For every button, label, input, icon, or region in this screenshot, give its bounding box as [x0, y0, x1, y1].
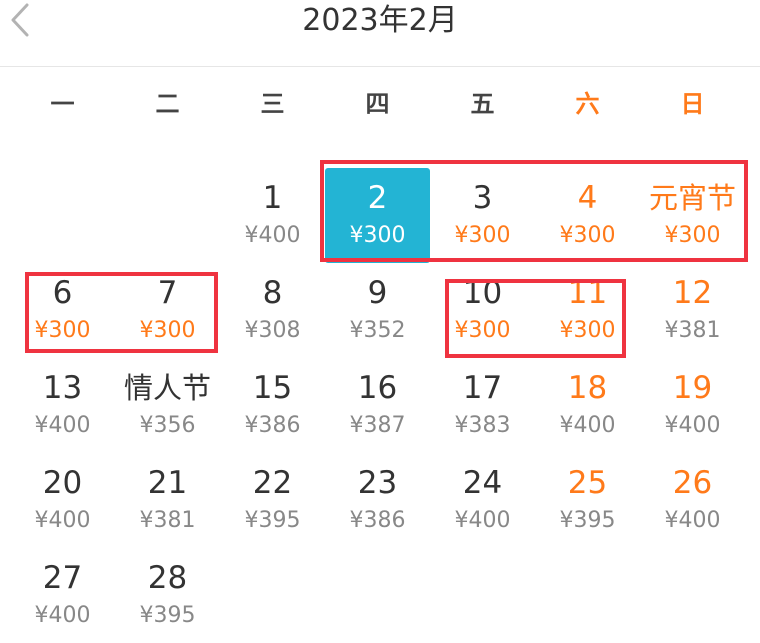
- day-label: 19: [672, 370, 713, 406]
- day-price: ¥356: [139, 413, 196, 438]
- weekday-mon: 一: [50, 90, 75, 118]
- day-cell[interactable]: 情人节 ¥356: [115, 358, 220, 453]
- day-price: ¥395: [244, 508, 301, 533]
- day-label: 23: [357, 465, 398, 501]
- day-price: ¥308: [244, 318, 301, 343]
- day-price: ¥300: [349, 223, 406, 248]
- day-cell-selected[interactable]: 2 ¥300: [325, 168, 430, 263]
- weekday-sat: 六: [575, 90, 600, 118]
- day-cell[interactable]: 18 ¥400: [535, 358, 640, 453]
- day-label: 22: [252, 465, 293, 501]
- day-cell[interactable]: 28 ¥395: [115, 548, 220, 643]
- empty-cell: [115, 168, 220, 263]
- day-cell[interactable]: 元宵节 ¥300: [640, 168, 745, 263]
- day-label: 16: [357, 370, 398, 406]
- weekday-sun: 日: [680, 90, 705, 118]
- day-price: ¥400: [34, 508, 91, 533]
- calendar-grid: 1 ¥400 2 ¥300 3 ¥300 4 ¥300 元宵节 ¥300 6 ¥300 7 ¥…: [10, 168, 745, 643]
- day-label: 24: [462, 465, 503, 501]
- day-label: 26: [672, 465, 713, 501]
- day-label: 13: [42, 370, 83, 406]
- day-price: ¥300: [664, 223, 721, 248]
- day-label: 20: [42, 465, 83, 501]
- day-cell[interactable]: 22 ¥395: [220, 453, 325, 548]
- weekday-wed: 三: [260, 90, 285, 118]
- day-price: ¥300: [559, 318, 616, 343]
- day-price: ¥387: [349, 413, 406, 438]
- day-label: 25: [567, 465, 608, 501]
- day-label: 18: [567, 370, 608, 406]
- calendar-header: 2023年2月: [0, 0, 760, 67]
- empty-cell: [10, 168, 115, 263]
- day-label: 4: [577, 180, 598, 216]
- weekday-tue: 二: [155, 90, 180, 118]
- day-price: ¥300: [454, 223, 511, 248]
- day-price: ¥400: [244, 223, 301, 248]
- day-label: 情人节: [123, 371, 211, 405]
- day-price: ¥400: [664, 508, 721, 533]
- day-price: ¥300: [34, 318, 91, 343]
- day-cell[interactable]: 16 ¥387: [325, 358, 430, 453]
- weekday-fri: 五: [470, 90, 495, 118]
- day-price: ¥381: [664, 318, 721, 343]
- day-price: ¥400: [664, 413, 721, 438]
- day-price: ¥383: [454, 413, 511, 438]
- weekday-thu: 四: [365, 90, 390, 118]
- day-price: ¥386: [244, 413, 301, 438]
- day-label: 1: [262, 180, 283, 216]
- day-label: 2: [367, 180, 388, 216]
- day-cell[interactable]: 8 ¥308: [220, 263, 325, 358]
- day-price: ¥400: [34, 603, 91, 628]
- day-label: 元宵节: [648, 181, 736, 215]
- day-cell[interactable]: 9 ¥352: [325, 263, 430, 358]
- day-cell[interactable]: 13 ¥400: [10, 358, 115, 453]
- day-price: ¥352: [349, 318, 406, 343]
- day-price: ¥400: [34, 413, 91, 438]
- day-label: 9: [367, 275, 388, 311]
- day-price: ¥300: [454, 318, 511, 343]
- weekday-row: 一 二 三 四 五 六 日: [10, 84, 745, 124]
- day-cell[interactable]: 24 ¥400: [430, 453, 535, 548]
- day-label: 6: [52, 275, 73, 311]
- day-price: ¥386: [349, 508, 406, 533]
- day-cell[interactable]: 27 ¥400: [10, 548, 115, 643]
- day-cell[interactable]: 11 ¥300: [535, 263, 640, 358]
- day-cell[interactable]: 21 ¥381: [115, 453, 220, 548]
- day-label: 21: [147, 465, 188, 501]
- day-price: ¥395: [139, 603, 196, 628]
- day-cell[interactable]: 7 ¥300: [115, 263, 220, 358]
- day-cell[interactable]: 3 ¥300: [430, 168, 535, 263]
- day-label: 28: [147, 560, 188, 596]
- day-price: ¥400: [559, 413, 616, 438]
- day-cell[interactable]: 10 ¥300: [430, 263, 535, 358]
- day-label: 3: [472, 180, 493, 216]
- day-label: 8: [262, 275, 283, 311]
- day-cell[interactable]: 19 ¥400: [640, 358, 745, 453]
- day-cell[interactable]: 12 ¥381: [640, 263, 745, 358]
- day-cell[interactable]: 4 ¥300: [535, 168, 640, 263]
- day-price: ¥395: [559, 508, 616, 533]
- day-label: 27: [42, 560, 83, 596]
- day-cell[interactable]: 26 ¥400: [640, 453, 745, 548]
- day-price: ¥400: [454, 508, 511, 533]
- day-price: ¥300: [559, 223, 616, 248]
- day-label: 10: [462, 275, 503, 311]
- month-title: 2023年2月: [302, 3, 458, 38]
- day-label: 7: [157, 275, 178, 311]
- day-cell[interactable]: 20 ¥400: [10, 453, 115, 548]
- day-cell[interactable]: 1 ¥400: [220, 168, 325, 263]
- day-label: 15: [252, 370, 293, 406]
- day-cell[interactable]: 23 ¥386: [325, 453, 430, 548]
- day-cell[interactable]: 25 ¥395: [535, 453, 640, 548]
- day-cell[interactable]: 6 ¥300: [10, 263, 115, 358]
- day-cell[interactable]: 15 ¥386: [220, 358, 325, 453]
- day-price: ¥300: [139, 318, 196, 343]
- day-label: 12: [672, 275, 713, 311]
- day-label: 11: [567, 275, 608, 311]
- day-label: 17: [462, 370, 503, 406]
- day-cell[interactable]: 17 ¥383: [430, 358, 535, 453]
- day-price: ¥381: [139, 508, 196, 533]
